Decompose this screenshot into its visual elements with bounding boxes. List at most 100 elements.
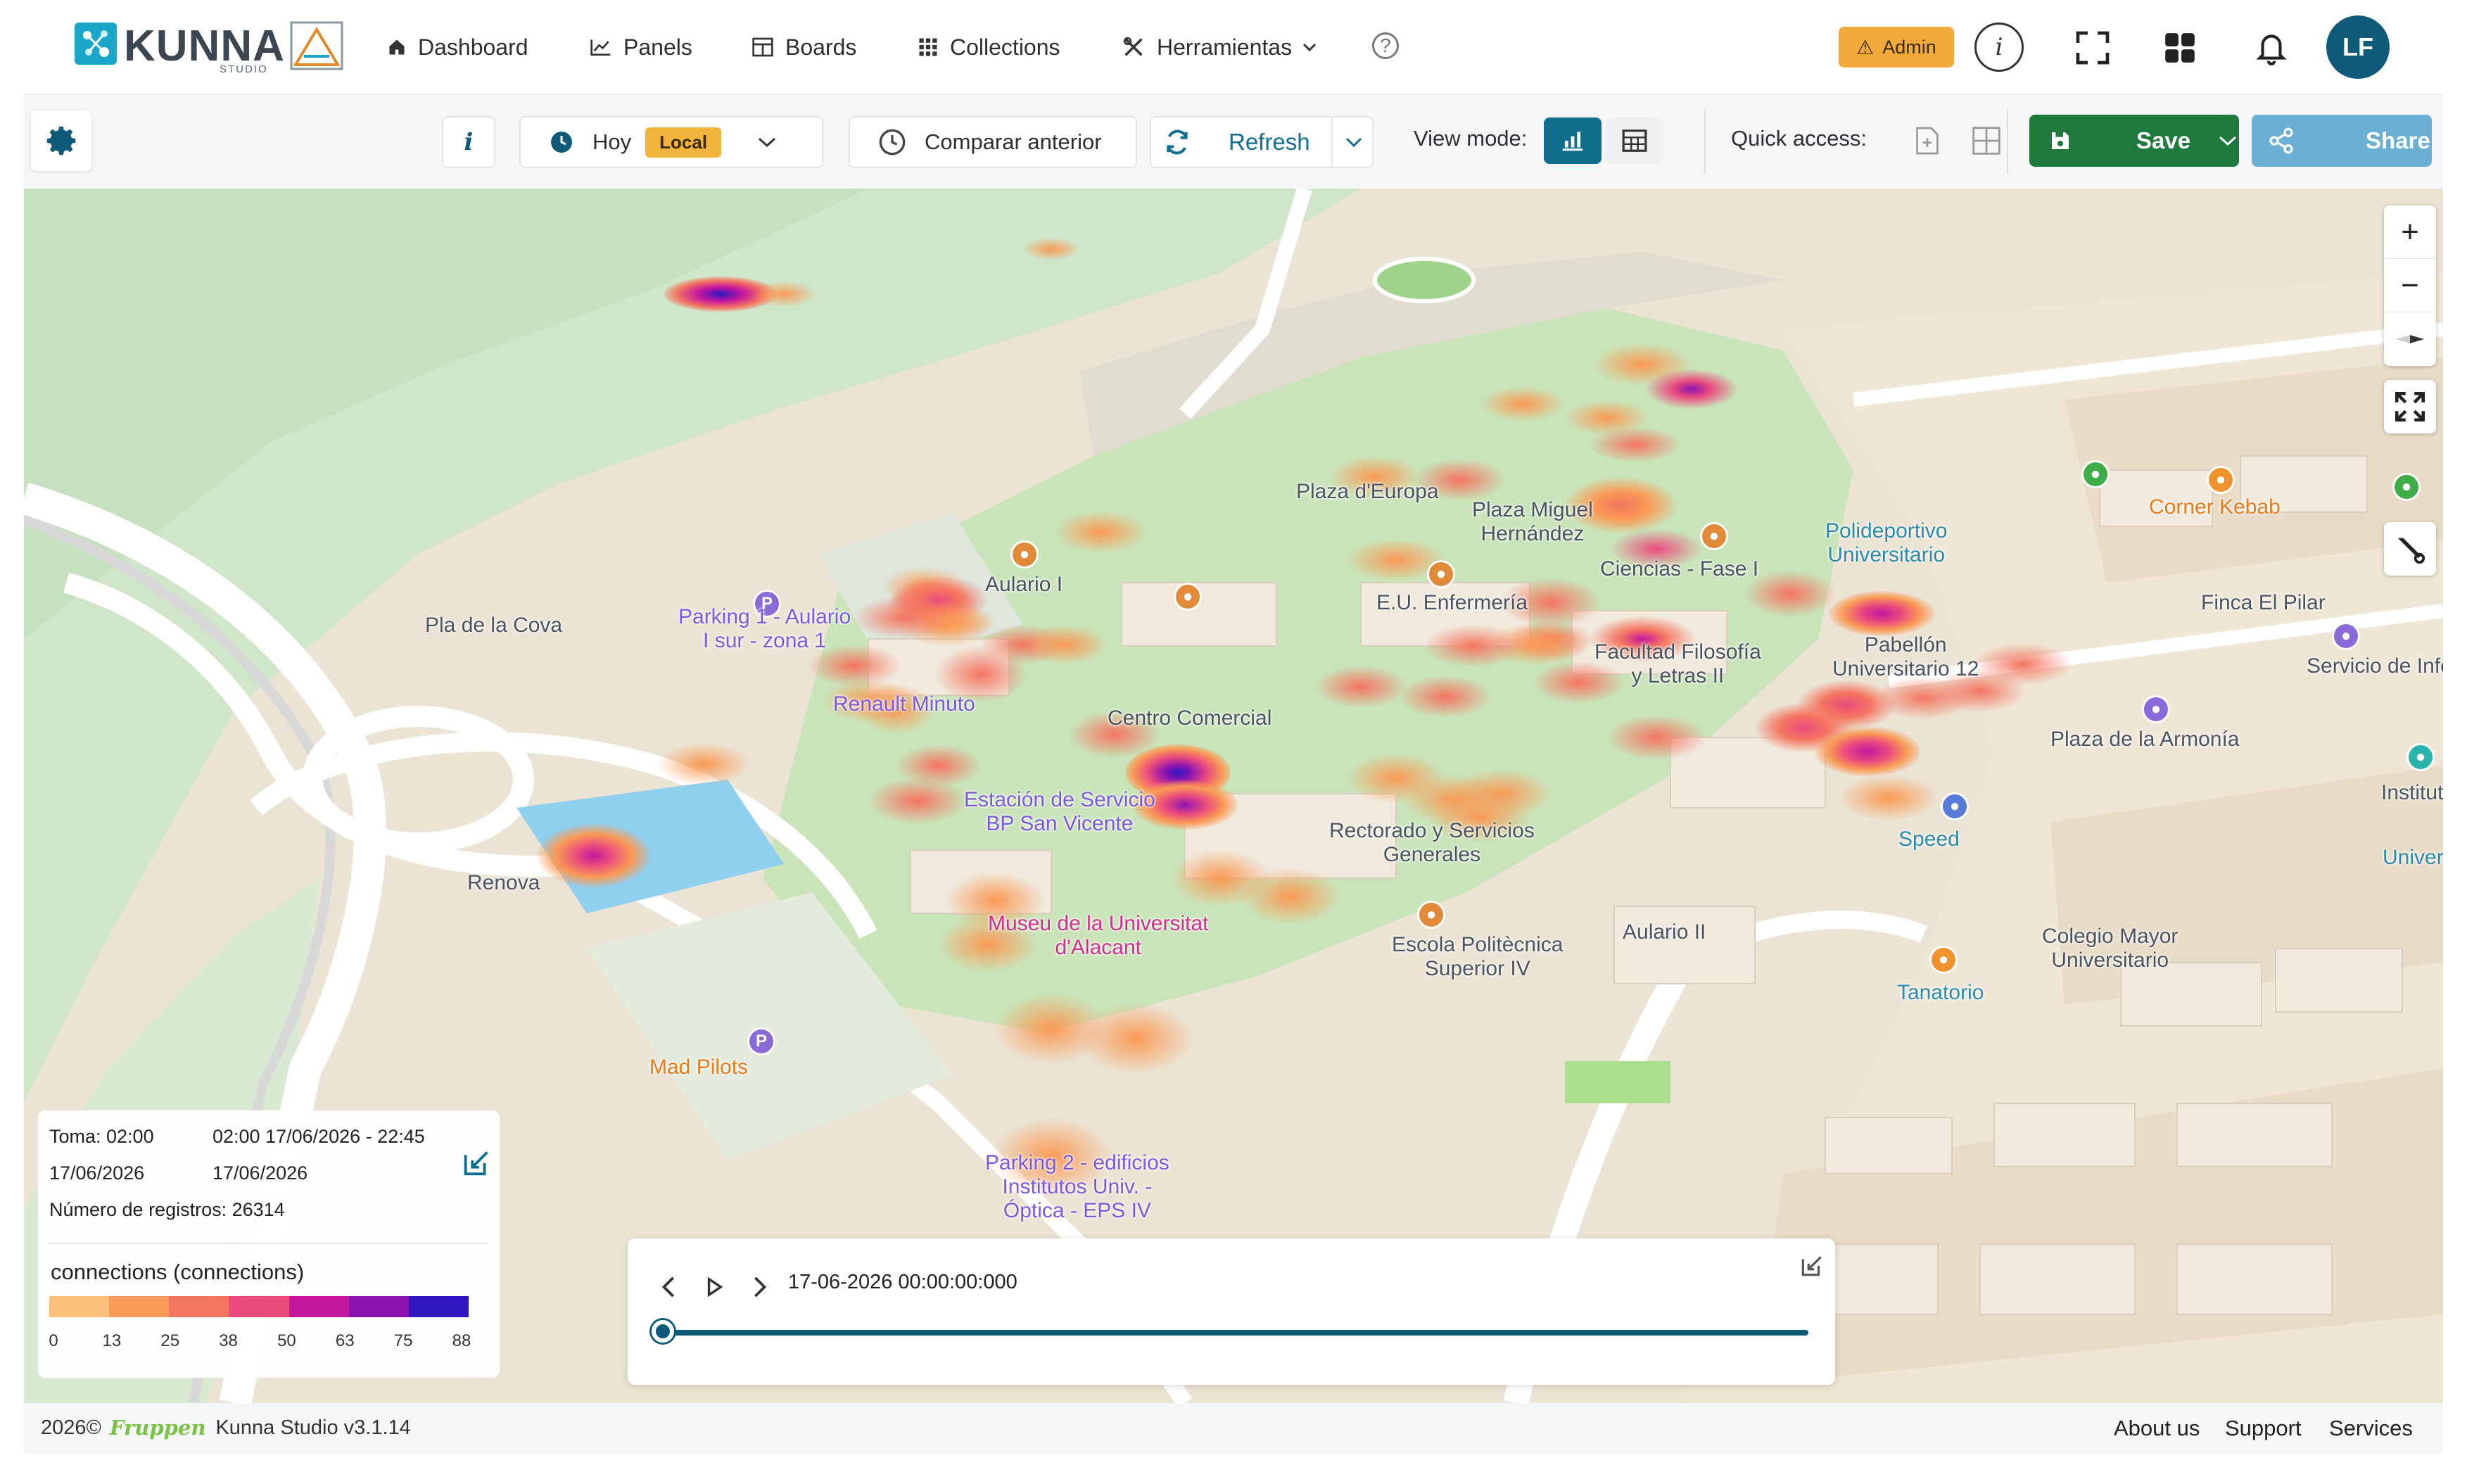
map-place-label: Parking 1 - Aulario I sur - zona 1 bbox=[678, 605, 851, 652]
user-avatar[interactable]: LF bbox=[2326, 15, 2390, 79]
map-place-label: E.U. Enfermería bbox=[1376, 591, 1528, 614]
timeline-player: 17-06-2026 00:00:00:000 bbox=[628, 1238, 1835, 1385]
map-fullscreen-button[interactable] bbox=[2384, 380, 2436, 433]
quick-access-add-button[interactable] bbox=[1898, 118, 1956, 164]
legend-tick-label: 25 bbox=[160, 1331, 180, 1350]
legend-tick-label: 0 bbox=[49, 1331, 58, 1350]
period-label: Hoy bbox=[592, 129, 632, 154]
education-marker[interactable]: ● bbox=[1427, 560, 1455, 588]
next-step-button[interactable] bbox=[749, 1275, 770, 1299]
warning-icon: ⚠ bbox=[1856, 36, 1875, 58]
legend-swatch bbox=[169, 1296, 229, 1317]
compare-previous-button[interactable]: Comparar anterior bbox=[849, 116, 1137, 168]
settings-button[interactable] bbox=[31, 110, 91, 171]
view-mode-chart-button[interactable] bbox=[1544, 118, 1602, 164]
bell-icon bbox=[2256, 34, 2287, 65]
admin-badge-label: Admin bbox=[1882, 36, 1936, 58]
kunna-logo-icon bbox=[75, 23, 117, 65]
refresh-button[interactable]: Refresh bbox=[1150, 116, 1374, 168]
save-button[interactable]: Save bbox=[2029, 115, 2239, 167]
services-link[interactable]: Services bbox=[2329, 1416, 2413, 1441]
quick-access-label: Quick access: bbox=[1731, 126, 1867, 151]
play-button[interactable] bbox=[704, 1275, 725, 1299]
park-marker[interactable]: ● bbox=[2392, 473, 2421, 501]
tools-icon bbox=[1123, 37, 1143, 56]
share-button[interactable]: Share bbox=[2252, 115, 2432, 167]
education-marker[interactable]: ● bbox=[1700, 522, 1728, 550]
legend-swatch bbox=[408, 1296, 469, 1317]
refresh-label: Refresh bbox=[1229, 129, 1310, 155]
records-count: Número de registros: 26314 bbox=[49, 1199, 285, 1220]
nav-collections[interactable]: Collections bbox=[918, 31, 1060, 63]
fullscreen-icon bbox=[2076, 31, 2110, 65]
charging-marker[interactable]: ● bbox=[2406, 743, 2435, 771]
range-end: 17/06/2026 bbox=[213, 1162, 308, 1184]
chevron-down-icon bbox=[1345, 137, 1362, 148]
toma-date: 17/06/2026 bbox=[49, 1162, 145, 1184]
kunna-logo[interactable]: KUNNA STUDIO bbox=[70, 18, 345, 75]
nav-boards[interactable]: Boards bbox=[751, 31, 856, 63]
toolbar-divider bbox=[1704, 109, 1706, 174]
notifications-button[interactable] bbox=[2249, 25, 2294, 70]
map-place-label: Universitat bbox=[2383, 846, 2443, 869]
nav-herramientas[interactable]: Herramientas bbox=[1122, 31, 1328, 63]
map-place-label: Estación de Servicio BP San Vicente bbox=[964, 788, 1155, 835]
admin-badge[interactable]: ⚠ Admin bbox=[1839, 27, 1954, 68]
edit-timeline-icon[interactable] bbox=[1799, 1252, 1825, 1279]
education-marker[interactable]: ● bbox=[1417, 901, 1445, 929]
view-mode-table-button[interactable] bbox=[1606, 118, 1663, 164]
map-place-label: Servicio de Informática bbox=[2307, 654, 2443, 678]
fullscreen-button[interactable] bbox=[2070, 25, 2115, 70]
fuel-marker[interactable]: ● bbox=[2142, 695, 2170, 723]
car-service-marker[interactable]: ● bbox=[2332, 622, 2360, 650]
apps-button[interactable] bbox=[2157, 25, 2202, 70]
edit-info-button[interactable] bbox=[460, 1147, 493, 1183]
page-footer: 2026© Fruppen Kunna Studio v3.1.14 About… bbox=[24, 1403, 2443, 1454]
park-marker[interactable]: ● bbox=[2081, 460, 2110, 488]
top-navbar: KUNNA STUDIO Dashboard Panels Boards Col… bbox=[0, 0, 2467, 94]
info-button[interactable]: i bbox=[1974, 23, 2024, 72]
previous-step-button[interactable] bbox=[659, 1275, 680, 1299]
metro-marker[interactable]: ● bbox=[1941, 792, 1969, 820]
legend-swatch bbox=[348, 1296, 409, 1317]
map-place-label: Aulario II bbox=[1623, 920, 1706, 944]
info-legend-panel: Toma: 02:00 17/06/2026 02:00 17/06/2026 … bbox=[38, 1110, 500, 1378]
education-marker[interactable]: ● bbox=[1174, 583, 1202, 611]
compass-button[interactable] bbox=[2384, 312, 2436, 366]
period-selector[interactable]: Hoy Local bbox=[519, 116, 823, 168]
nav-herramientas-label: Herramientas bbox=[1157, 34, 1293, 60]
panel-info-button[interactable]: i bbox=[442, 116, 495, 168]
map-place-label: Pabellón Universitario 12 bbox=[1832, 633, 1979, 680]
gear-icon bbox=[46, 126, 76, 156]
map-fullscreen-control bbox=[2384, 380, 2436, 433]
clock-icon bbox=[551, 132, 572, 153]
timeline-current-date: 17-06-2026 00:00:00:000 bbox=[788, 1271, 1017, 1293]
nav-panels[interactable]: Panels bbox=[590, 31, 692, 63]
zoom-out-button[interactable]: − bbox=[2384, 259, 2436, 312]
layout-icon bbox=[1972, 127, 2000, 155]
support-link[interactable]: Support bbox=[2225, 1416, 2302, 1441]
nav-panels-label: Panels bbox=[623, 34, 692, 60]
map-place-label: Colegio Mayor Universitario bbox=[2042, 925, 2179, 972]
chevron-down-icon bbox=[759, 137, 776, 148]
restaurant-marker[interactable]: ● bbox=[2207, 466, 2235, 494]
map-place-label: Speed bbox=[1898, 827, 1960, 851]
help-button[interactable]: ? bbox=[1372, 32, 1399, 59]
nav-dashboard[interactable]: Dashboard bbox=[387, 31, 528, 63]
panel-divider bbox=[49, 1243, 488, 1244]
zoom-in-button[interactable]: + bbox=[2384, 205, 2436, 259]
restaurant-marker[interactable]: ● bbox=[1929, 946, 1958, 974]
about-us-link[interactable]: About us bbox=[2114, 1416, 2200, 1441]
map-tools-button[interactable] bbox=[2384, 522, 2436, 576]
parking-marker[interactable]: P bbox=[747, 1027, 775, 1055]
fruppen-logo: Fruppen bbox=[109, 1416, 206, 1440]
education-marker[interactable]: ● bbox=[1010, 540, 1039, 569]
legend-swatch bbox=[49, 1296, 110, 1317]
map-place-label: Centro Comercial bbox=[1108, 706, 1272, 730]
legend-tick-label: 13 bbox=[102, 1331, 122, 1350]
map-place-label: Aulario I bbox=[985, 573, 1063, 596]
timeline-handle[interactable] bbox=[652, 1320, 674, 1343]
timezone-badge: Local bbox=[645, 127, 722, 158]
timeline-track[interactable] bbox=[663, 1330, 1808, 1336]
nav-collections-label: Collections bbox=[950, 34, 1060, 60]
